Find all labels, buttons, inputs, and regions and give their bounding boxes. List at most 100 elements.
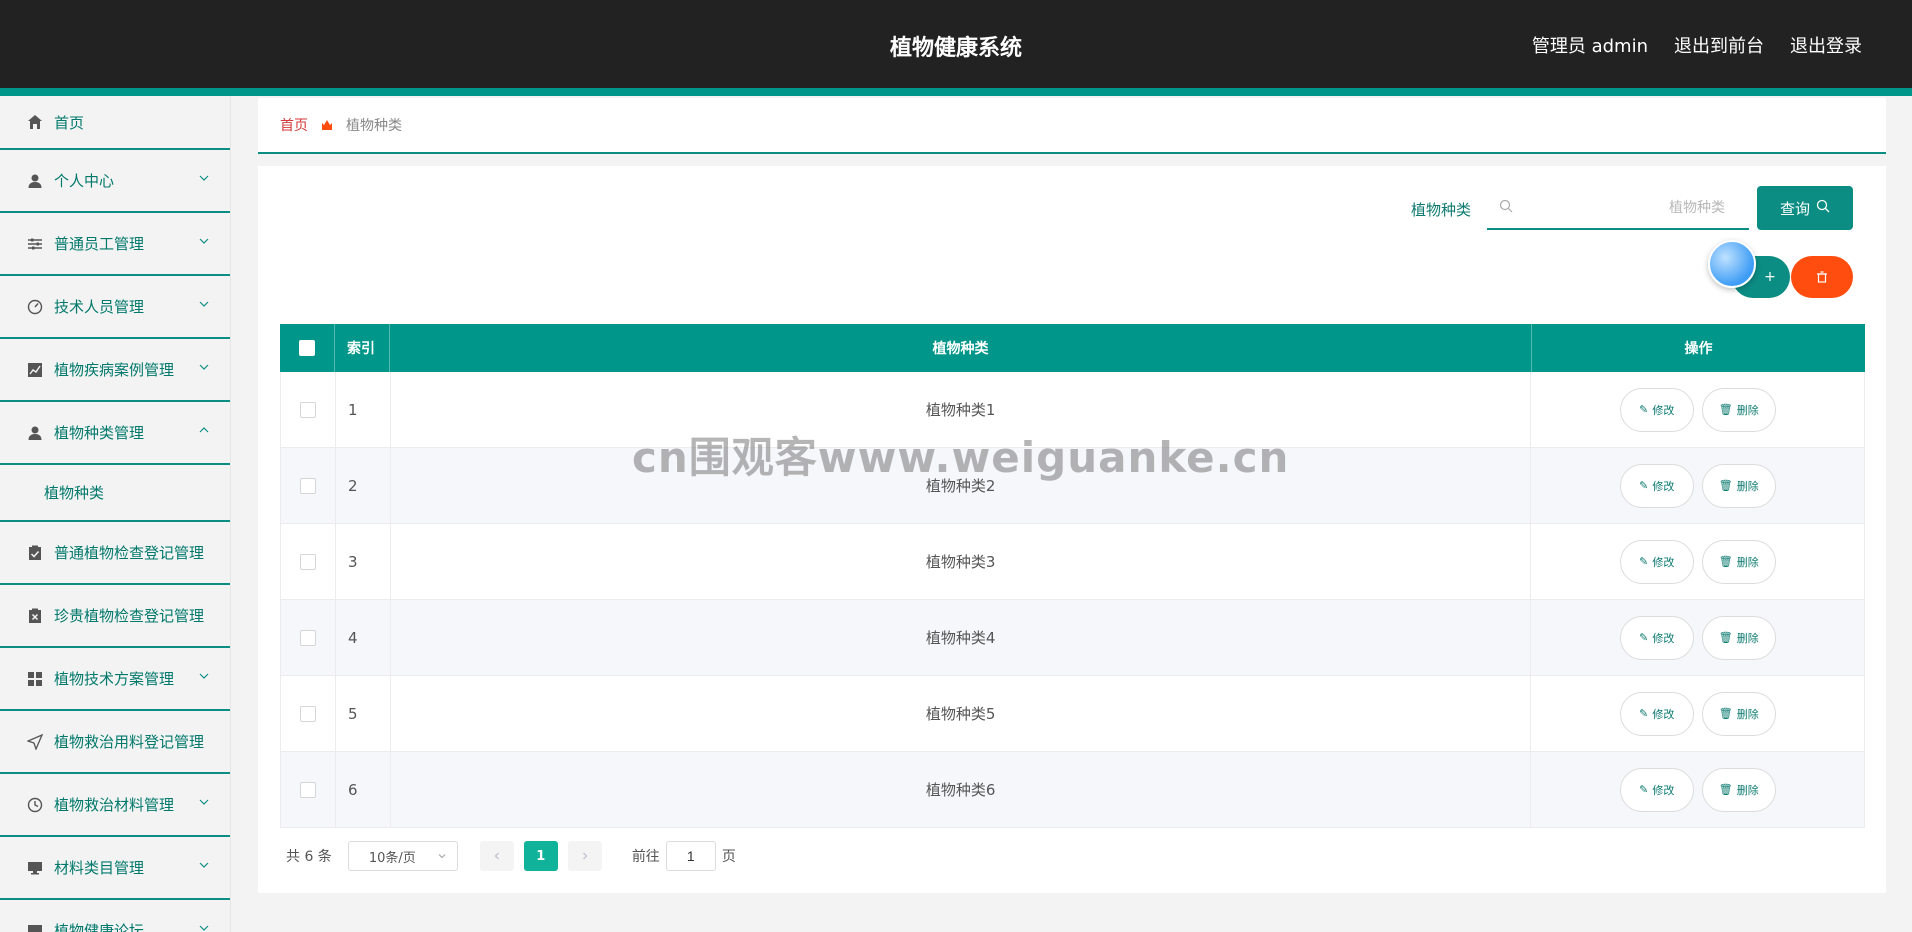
search-button[interactable]: 查询	[1757, 186, 1853, 230]
sidebar-item-treatment-usage[interactable]: 植物救治用料登记管理	[0, 711, 230, 774]
delete-button[interactable]: 🗑 删除	[1701, 463, 1776, 508]
edit-button[interactable]: ✎ 修改	[1619, 387, 1694, 432]
plus-icon: +	[1764, 269, 1776, 285]
table-row: 4 植物种类4 ✎ 修改 🗑 删除	[280, 600, 1865, 676]
row-index: 3	[336, 524, 391, 599]
sidebar-item-label: 材料类目管理	[54, 859, 145, 877]
goto-prefix: 前往	[631, 849, 660, 865]
header-index: 索引	[335, 324, 390, 372]
trash-icon: 🗑	[1718, 783, 1733, 796]
row-select-cell	[281, 600, 336, 675]
edit-icon: ✎	[1639, 403, 1649, 416]
search-field	[1487, 186, 1749, 230]
row-ops: ✎ 修改 🗑 删除	[1531, 600, 1864, 675]
clipboard-x-icon	[26, 607, 44, 625]
pagination-total: 共 6 条	[286, 849, 332, 865]
trash-icon: 🗑	[1718, 479, 1733, 492]
header-ops: 操作	[1684, 341, 1713, 357]
sidebar-item-rare-check[interactable]: 珍贵植物检查登记管理	[0, 585, 230, 648]
edit-label: 修改	[1652, 479, 1675, 493]
sidebar-item-treatment-materials[interactable]: 植物救治材料管理	[0, 774, 230, 837]
chevron-down-icon	[199, 862, 209, 868]
search-input[interactable]	[1525, 199, 1735, 215]
sidebar-item-personal-center[interactable]: 个人中心	[0, 150, 230, 213]
row-name: 植物种类6	[391, 752, 1532, 827]
sidebar-item-label: 植物技术方案管理	[54, 670, 175, 688]
row-index: 2	[336, 448, 391, 523]
exit-to-front-link[interactable]: 退出到前台	[1674, 32, 1764, 58]
row-name: 植物种类4	[391, 600, 1532, 675]
row-index: 4	[336, 600, 391, 675]
delete-label: 删除	[1736, 555, 1759, 569]
next-page-button[interactable]	[567, 841, 602, 871]
breadcrumb-home[interactable]: 首页	[280, 115, 308, 135]
search-icon	[1499, 198, 1513, 217]
row-select-cell	[281, 676, 336, 751]
breadcrumb: 首页 植物种类	[258, 98, 1886, 154]
sidebar-item-label: 植物健康论坛	[54, 922, 145, 932]
table-row: 5 植物种类5 ✎ 修改 🗑 删除	[280, 676, 1865, 752]
row-checkbox[interactable]	[299, 629, 316, 646]
plant-type-table: 索引 植物种类 操作 1 植物种类1 ✎ 修改 🗑 删除 2 植物种类2 ✎ 修改 🗑…	[280, 324, 1865, 828]
delete-button[interactable]: 🗑 删除	[1701, 387, 1776, 432]
trash-icon: 🗑	[1718, 555, 1733, 568]
sidebar-item-forum[interactable]: 植物健康论坛	[0, 900, 230, 932]
sidebar-subitem-plant-types[interactable]: 植物种类	[0, 465, 230, 522]
sidebar-item-technicians[interactable]: 技术人员管理	[0, 276, 230, 339]
row-ops: ✎ 修改 🗑 删除	[1531, 448, 1864, 523]
edit-icon: ✎	[1639, 555, 1649, 568]
search-label: 植物种类	[1411, 201, 1472, 219]
page-number-active[interactable]: 1	[523, 841, 558, 871]
delete-label: 删除	[1736, 631, 1759, 645]
content-panel: 植物种类 查询 + 索引 植物种类 操作 1 植物种类1	[258, 166, 1886, 893]
sidebar-item-material-categories[interactable]: 材料类目管理	[0, 837, 230, 900]
sidebar-item-normal-check[interactable]: 普通植物检查登记管理	[0, 522, 230, 585]
delete-label: 删除	[1736, 479, 1759, 493]
sidebar-item-staff[interactable]: 普通员工管理	[0, 213, 230, 276]
breadcrumb-current: 植物种类	[346, 118, 402, 134]
chevron-down-icon	[199, 301, 209, 307]
row-name: 植物种类1	[391, 372, 1532, 447]
floating-assistant-icon[interactable]	[1708, 240, 1756, 288]
delete-button[interactable]: 🗑 删除	[1701, 539, 1776, 584]
clipboard-check-icon	[26, 544, 44, 562]
header-actions: 管理员 admin 退出到前台 退出登录	[1532, 32, 1862, 58]
row-checkbox[interactable]	[299, 553, 316, 570]
prev-page-button[interactable]	[479, 841, 514, 871]
sidebar-item-label: 植物救治用料登记管理	[54, 733, 205, 751]
select-all-checkbox[interactable]	[299, 340, 315, 356]
row-checkbox[interactable]	[299, 477, 316, 494]
batch-delete-button[interactable]	[1791, 256, 1853, 298]
delete-button[interactable]: 🗑 删除	[1701, 615, 1776, 660]
edit-icon: ✎	[1639, 479, 1649, 492]
home-icon	[26, 113, 44, 131]
sidebar-item-label: 技术人员管理	[54, 298, 145, 316]
search-icon	[1816, 199, 1830, 217]
sidebar-item-label: 普通员工管理	[54, 235, 145, 253]
edit-button[interactable]: ✎ 修改	[1619, 539, 1694, 584]
row-checkbox[interactable]	[299, 705, 316, 722]
page-size-select[interactable]: 10条/页	[347, 841, 458, 871]
header-name: 植物种类	[390, 324, 1532, 372]
trash-icon: 🗑	[1718, 707, 1733, 720]
delete-button[interactable]: 🗑 删除	[1701, 691, 1776, 736]
sidebar-item-tech-plans[interactable]: 植物技术方案管理	[0, 648, 230, 711]
goto-page-input[interactable]	[665, 841, 716, 871]
edit-button[interactable]: ✎ 修改	[1619, 615, 1694, 660]
grid-icon	[26, 670, 44, 688]
logout-link[interactable]: 退出登录	[1790, 32, 1862, 58]
edit-button[interactable]: ✎ 修改	[1619, 463, 1694, 508]
row-ops: ✎ 修改 🗑 删除	[1531, 372, 1864, 447]
sidebar-item-home[interactable]: 首页	[0, 96, 230, 150]
edit-button[interactable]: ✎ 修改	[1619, 691, 1694, 736]
row-checkbox[interactable]	[299, 401, 316, 418]
goto-suffix: 页	[721, 849, 736, 865]
edit-icon: ✎	[1639, 783, 1649, 796]
edit-button[interactable]: ✎ 修改	[1619, 767, 1694, 812]
edit-icon: ✎	[1639, 707, 1649, 720]
delete-button[interactable]: 🗑 删除	[1701, 767, 1776, 812]
sidebar-item-disease-cases[interactable]: 植物疾病案例管理	[0, 339, 230, 402]
admin-user-link[interactable]: 管理员 admin	[1532, 32, 1648, 58]
sidebar-item-plant-types[interactable]: 植物种类管理	[0, 402, 230, 465]
row-checkbox[interactable]	[299, 781, 316, 798]
